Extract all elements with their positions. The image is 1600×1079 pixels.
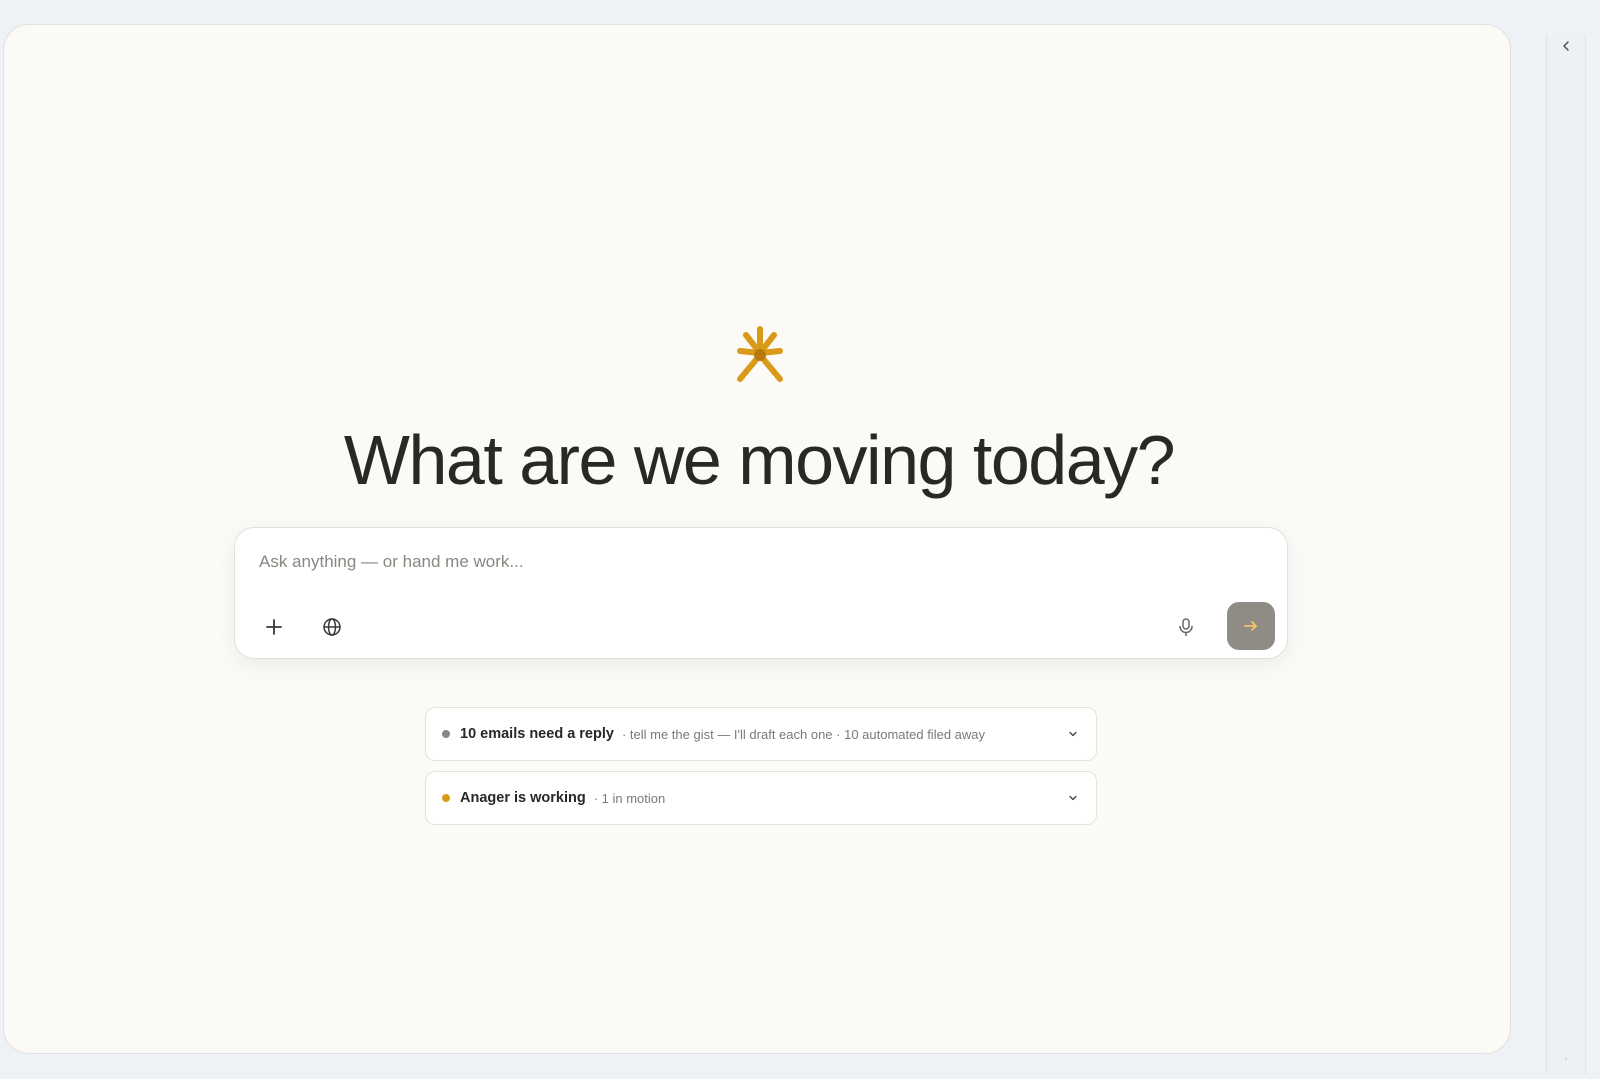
microphone-icon (1179, 618, 1193, 637)
row-title: Anager is working (460, 790, 586, 806)
resize-handle[interactable] (1565, 1058, 1567, 1060)
asterisk-person-logo (737, 326, 783, 382)
row-subtitle: · 1 in motion (593, 790, 666, 806)
plus-icon (266, 619, 282, 635)
status-dot (442, 794, 450, 802)
chevron-down-icon (1066, 791, 1080, 805)
arrow-right-icon (1244, 621, 1257, 631)
agent-status-row[interactable]: Anager is working · 1 in motion (425, 771, 1097, 825)
composer (234, 527, 1288, 659)
page-headline: What are we moving today? (343, 421, 1176, 499)
web-search-button[interactable] (317, 612, 347, 642)
side-rail (1546, 34, 1586, 1074)
chevron-left-icon (1563, 41, 1569, 51)
main-panel: What are we moving today? Ask anything —… (3, 24, 1511, 1054)
send-button[interactable] (1227, 602, 1275, 650)
collapse-sidebar-button[interactable] (1554, 34, 1578, 58)
status-dot (442, 730, 450, 738)
chevron-down-icon (1066, 727, 1080, 741)
row-subtitle: · tell me the gist — I'll draft each one… (621, 726, 986, 742)
add-attachment-button[interactable] (259, 612, 289, 642)
emails-status-row[interactable]: 10 emails need a reply · tell me the gis… (425, 707, 1097, 761)
composer-input[interactable] (259, 548, 1259, 576)
globe-icon (323, 618, 341, 636)
voice-input-button[interactable] (1171, 612, 1201, 642)
row-title: 10 emails need a reply (460, 726, 614, 742)
